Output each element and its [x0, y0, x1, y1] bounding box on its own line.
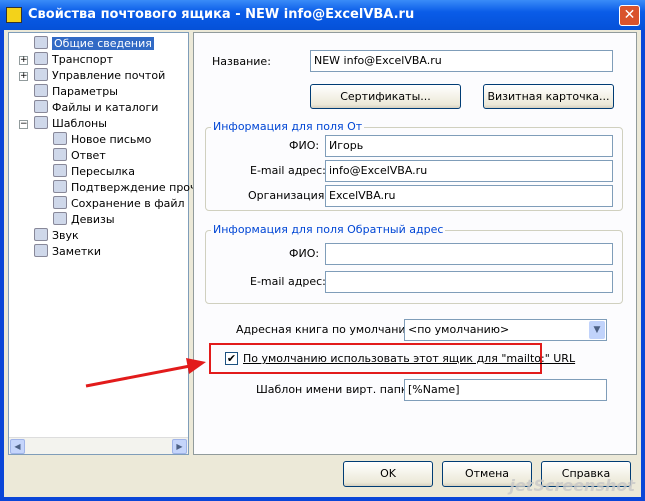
annotation-arrow [85, 358, 206, 388]
dialog-window: Свойства почтового ящика - NEW info@Exce… [0, 0, 645, 501]
